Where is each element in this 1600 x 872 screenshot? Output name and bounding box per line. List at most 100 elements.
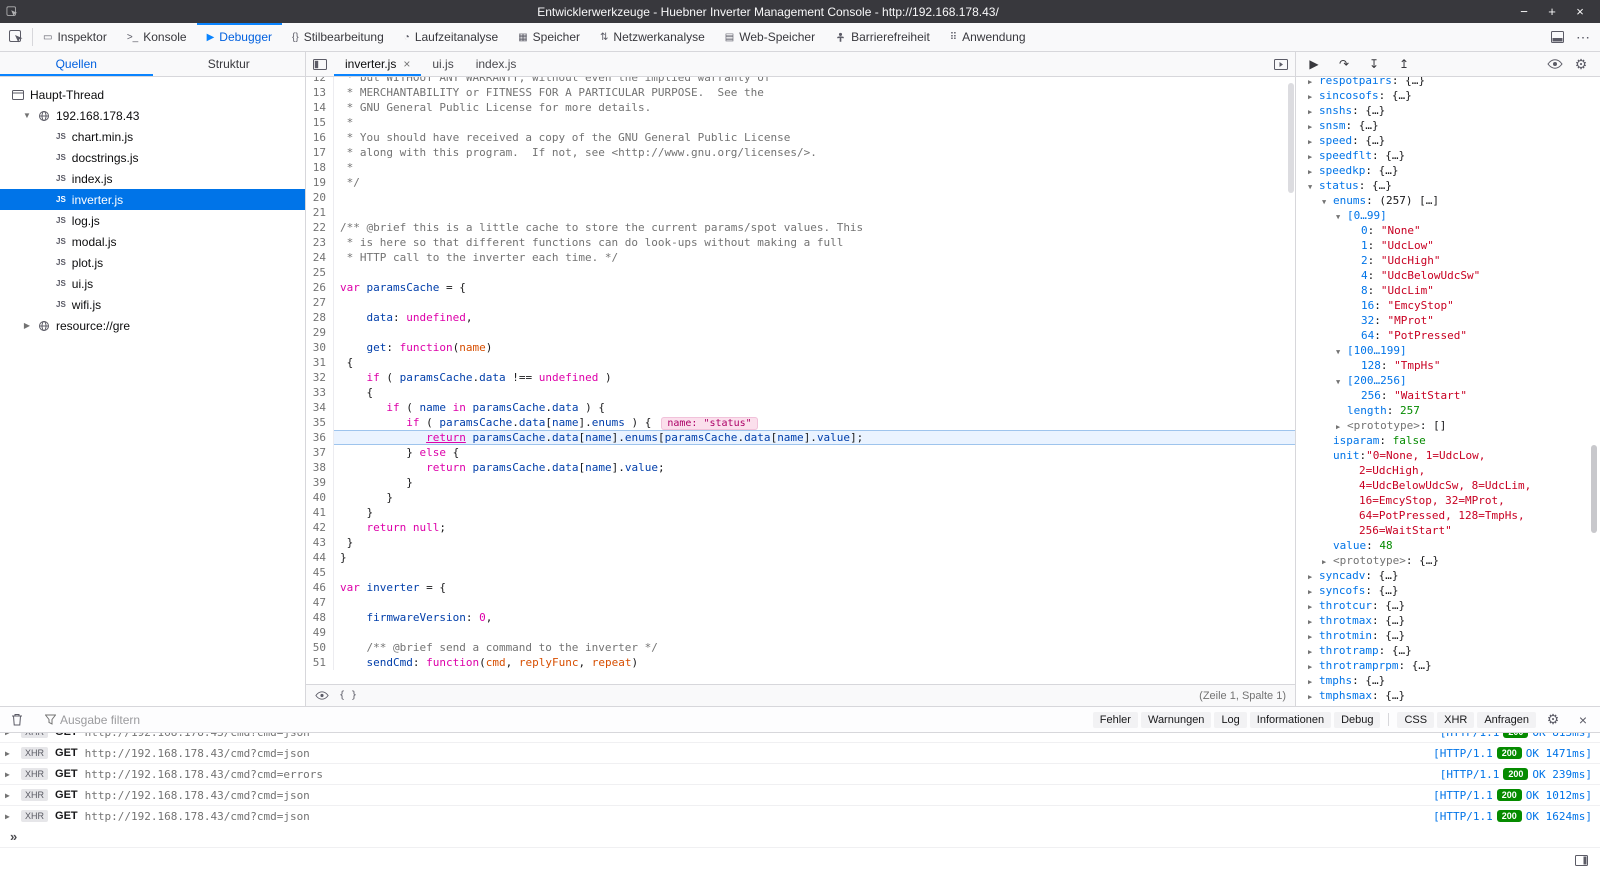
line-number-gutter[interactable]: 32 xyxy=(306,370,333,385)
expand-panes-icon[interactable] xyxy=(1267,52,1295,76)
line-number-gutter[interactable]: 39 xyxy=(306,475,333,490)
tree-file-wifi.js[interactable]: JSwifi.js xyxy=(0,294,305,315)
tree-item-main-thread[interactable]: Haupt-Thread xyxy=(0,84,305,105)
toggle-sidebar-icon[interactable] xyxy=(1568,848,1594,872)
line-number-gutter[interactable]: 26 xyxy=(306,280,333,295)
tree-file-log.js[interactable]: JSlog.js xyxy=(0,210,305,231)
console-filter-css[interactable]: CSS xyxy=(1397,712,1434,728)
console-network-row[interactable]: ▶XHRGEThttp://192.168.178.43/cmd?cmd=jso… xyxy=(0,733,1600,743)
line-number-gutter[interactable]: 47 xyxy=(306,595,333,610)
console-network-row[interactable]: ▶XHRGEThttp://192.168.178.43/cmd?cmd=jso… xyxy=(0,743,1600,764)
expanded-twisty-icon[interactable]: ▼ xyxy=(1336,345,1347,358)
collapsed-twisty-icon[interactable]: ▶ xyxy=(5,770,14,779)
collapsed-twisty-icon[interactable]: ▶ xyxy=(1308,600,1319,613)
devtools-tab-barrierefreiheit[interactable]: Barrierefreiheit xyxy=(825,23,940,51)
expanded-twisty-icon[interactable]: ▼ xyxy=(1336,375,1347,388)
scope-row-syncofs[interactable]: ▶syncofs: {…} xyxy=(1296,583,1600,598)
devtools-tab-speicher[interactable]: ▦Speicher xyxy=(508,23,590,51)
line-number-gutter[interactable]: 35 xyxy=(306,415,333,430)
console-filter-log[interactable]: Log xyxy=(1214,712,1246,728)
step-out-button[interactable]: ↥ xyxy=(1392,53,1416,75)
source-tab-inverter.js[interactable]: inverter.js× xyxy=(334,52,421,76)
devtools-tab-debugger[interactable]: ▶Debugger xyxy=(197,23,282,51)
line-number-gutter[interactable]: 44 xyxy=(306,550,333,565)
console-filter-xhr[interactable]: XHR xyxy=(1437,712,1474,728)
line-number-gutter[interactable]: 29 xyxy=(306,325,333,340)
scope-row-respotpairs[interactable]: ▶respotpairs: {…} xyxy=(1296,77,1600,88)
line-number-gutter[interactable]: 36 xyxy=(306,430,333,445)
scope-row-speed[interactable]: ▶speed: {…} xyxy=(1296,133,1600,148)
console-filter-fehler[interactable]: Fehler xyxy=(1093,712,1138,728)
devtools-tab-web-speicher[interactable]: ▤Web-Speicher xyxy=(715,23,825,51)
panel-tab-struktur[interactable]: Struktur xyxy=(153,52,306,76)
line-number-gutter[interactable]: 28 xyxy=(306,310,333,325)
line-number-gutter[interactable]: 50 xyxy=(306,640,333,655)
collapsed-twisty-icon[interactable]: ▶ xyxy=(1308,690,1319,703)
devtools-tab-inspektor[interactable]: ▭Inspektor xyxy=(33,23,117,51)
console-filter-warnungen[interactable]: Warnungen xyxy=(1141,712,1211,728)
scope-row-throtmax[interactable]: ▶throtmax: {…} xyxy=(1296,613,1600,628)
line-number-gutter[interactable]: 18 xyxy=(306,160,333,175)
line-number-gutter[interactable]: 51 xyxy=(306,655,333,670)
console-filter-informationen[interactable]: Informationen xyxy=(1250,712,1331,728)
console-filter-anfragen[interactable]: Anfragen xyxy=(1477,712,1536,728)
scope-row-[200…256][interactable]: ▼[200…256] xyxy=(1296,373,1600,388)
line-number-gutter[interactable]: 49 xyxy=(306,625,333,640)
request-url[interactable]: http://192.168.178.43/cmd?cmd=json xyxy=(85,733,1433,739)
collapsed-twisty-icon[interactable]: ▶ xyxy=(5,749,14,758)
line-number-gutter[interactable]: 19 xyxy=(306,175,333,190)
line-number-gutter[interactable]: 22 xyxy=(306,220,333,235)
request-url[interactable]: http://192.168.178.43/cmd?cmd=json xyxy=(85,810,1426,823)
line-number-gutter[interactable]: 42 xyxy=(306,520,333,535)
scope-row-[0…99][interactable]: ▼[0…99] xyxy=(1296,208,1600,223)
collapsed-twisty-icon[interactable]: ▶ xyxy=(1308,675,1319,688)
collapsed-twisty-icon[interactable]: ▶ xyxy=(1308,135,1319,148)
devtools-tab-netzwerkanalyse[interactable]: ⇅Netzwerkanalyse xyxy=(590,23,715,51)
console-network-row[interactable]: ▶XHRGEThttp://192.168.178.43/cmd?cmd=err… xyxy=(0,764,1600,785)
tree-group-192.168.178.43[interactable]: ▼192.168.178.43 xyxy=(0,105,305,126)
close-tab-icon[interactable]: × xyxy=(403,57,410,71)
line-number-gutter[interactable]: 31 xyxy=(306,355,333,370)
line-number-gutter[interactable]: 17 xyxy=(306,145,333,160)
source-tab-index.js[interactable]: index.js xyxy=(465,52,528,76)
collapsed-twisty-icon[interactable]: ▶ xyxy=(1308,585,1319,598)
scope-row-<prototype>[interactable]: ▶<prototype>: {…} xyxy=(1296,553,1600,568)
tree-file-ui.js[interactable]: JSui.js xyxy=(0,273,305,294)
expanded-twisty-icon[interactable]: ▼ xyxy=(1336,210,1347,223)
collapsed-twisty-icon[interactable]: ▶ xyxy=(1308,630,1319,643)
line-number-gutter[interactable]: 48 xyxy=(306,610,333,625)
scope-row-status[interactable]: ▼status: {…} xyxy=(1296,178,1600,193)
line-number-gutter[interactable]: 15 xyxy=(306,115,333,130)
devtools-tab-konsole[interactable]: >_Konsole xyxy=(117,23,197,51)
scope-row-throtramprpm[interactable]: ▶throtramprpm: {…} xyxy=(1296,658,1600,673)
tree-file-inverter.js[interactable]: JSinverter.js xyxy=(0,189,305,210)
pick-element-button[interactable] xyxy=(0,23,32,51)
line-number-gutter[interactable]: 20 xyxy=(306,190,333,205)
line-number-gutter[interactable]: 24 xyxy=(306,250,333,265)
scopes-scrollbar[interactable] xyxy=(1591,445,1597,533)
scope-row-tmphs[interactable]: ▶tmphs: {…} xyxy=(1296,673,1600,688)
console-filter-input[interactable] xyxy=(60,713,340,727)
code-editor[interactable]: 12 * but WITHOUT ANY WARRANTY; without e… xyxy=(306,77,1295,684)
collapsed-twisty-icon[interactable]: ▶ xyxy=(5,733,14,737)
line-number-gutter[interactable]: 12 xyxy=(306,77,333,85)
expanded-twisty-icon[interactable]: ▼ xyxy=(1322,195,1333,208)
collapsed-twisty-icon[interactable]: ▶ xyxy=(5,791,14,800)
scope-row-speedflt[interactable]: ▶speedflt: {…} xyxy=(1296,148,1600,163)
request-url[interactable]: http://192.168.178.43/cmd?cmd=json xyxy=(85,789,1426,802)
tree-file-index.js[interactable]: JSindex.js xyxy=(0,168,305,189)
minimize-button[interactable]: − xyxy=(1510,4,1538,19)
line-number-gutter[interactable]: 30 xyxy=(306,340,333,355)
tree-file-modal.js[interactable]: JSmodal.js xyxy=(0,231,305,252)
line-number-gutter[interactable]: 14 xyxy=(306,100,333,115)
panel-tab-quellen[interactable]: Quellen xyxy=(0,52,153,76)
expanded-twisty-icon[interactable]: ▼ xyxy=(1308,180,1319,193)
scope-row-speedkp[interactable]: ▶speedkp: {…} xyxy=(1296,163,1600,178)
line-number-gutter[interactable]: 34 xyxy=(306,400,333,415)
scope-row-[100…199][interactable]: ▼[100…199] xyxy=(1296,343,1600,358)
step-over-button[interactable]: ↷ xyxy=(1332,53,1356,75)
tree-group-resource://gre[interactable]: ▶resource://gre xyxy=(0,315,305,336)
request-url[interactable]: http://192.168.178.43/cmd?cmd=errors xyxy=(85,768,1433,781)
close-split-console-icon[interactable]: × xyxy=(1570,708,1596,732)
collapsed-twisty-icon[interactable]: ▶ xyxy=(1308,77,1319,88)
